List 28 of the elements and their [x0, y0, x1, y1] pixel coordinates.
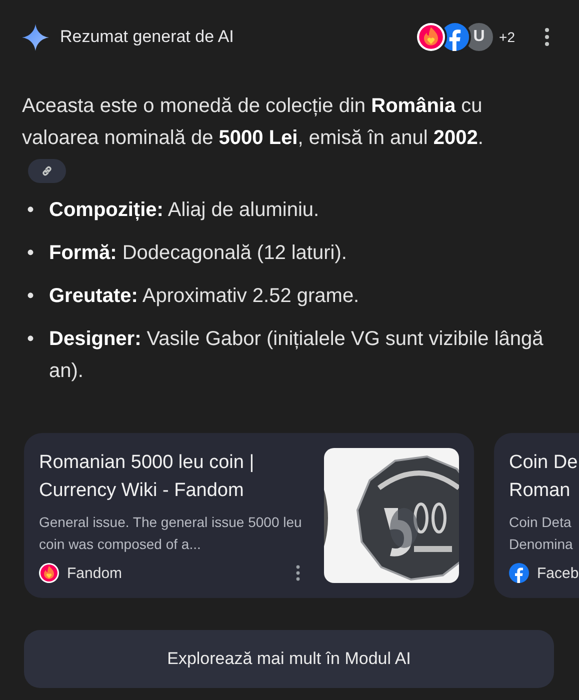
more-options-icon[interactable] — [545, 28, 549, 46]
sparkle-icon — [22, 24, 49, 50]
bullet-text: Formă: Dodecagonală (12 laturi). — [49, 241, 347, 266]
bullet-marker: • — [27, 198, 36, 223]
summary-text: Aceasta este o monedă de colecție din România cu valoarea nominală de 5000 Lei, emisă în anul 2002. — [22, 95, 484, 149]
source-card[interactable]: Coin De Roman Coin Deta Denomina Faceb — [494, 433, 579, 598]
link-icon — [41, 164, 53, 177]
explore-button[interactable]: Explorează mai mult în Modul AI — [24, 630, 554, 688]
source-snippet: General issue. The general issue 5000 leu coin was composed of a... — [39, 513, 303, 554]
section-title: Rezumat generat de AI — [60, 27, 235, 47]
link-button[interactable] — [28, 158, 66, 183]
flame-icon — [417, 23, 446, 51]
source-title: Coin De Roman — [509, 451, 579, 503]
facebook-icon — [509, 563, 529, 583]
bullet-marker: • — [27, 284, 36, 309]
bullet-text: Designer: Vasile Gabor (inițialele VG sunt vizibile lângă an). — [49, 327, 544, 384]
source-name: Faceb — [537, 564, 579, 582]
source-snippet: Coin Deta Denomina — [509, 513, 574, 554]
source-count: +2 — [499, 29, 515, 45]
bullet-text: Greutate: Aproximativ 2.52 grame. — [49, 284, 360, 309]
bullet-marker: • — [27, 241, 36, 266]
more-options-icon[interactable] — [296, 565, 300, 581]
bullet-marker: • — [27, 327, 36, 352]
flame-icon — [39, 563, 59, 583]
source-title: Romanian 5000 leu coin | Currency Wiki - Fandom — [39, 451, 256, 503]
source-card[interactable]: Romanian 5000 leu coin | Currency Wiki - Fandom General issue. The general issue 5000 leu coin was composed of a... Fandom — [24, 433, 474, 598]
bullet-text: Compoziție: Aliaj de aluminiu. — [49, 198, 320, 223]
source-name: Fandom — [67, 564, 124, 582]
